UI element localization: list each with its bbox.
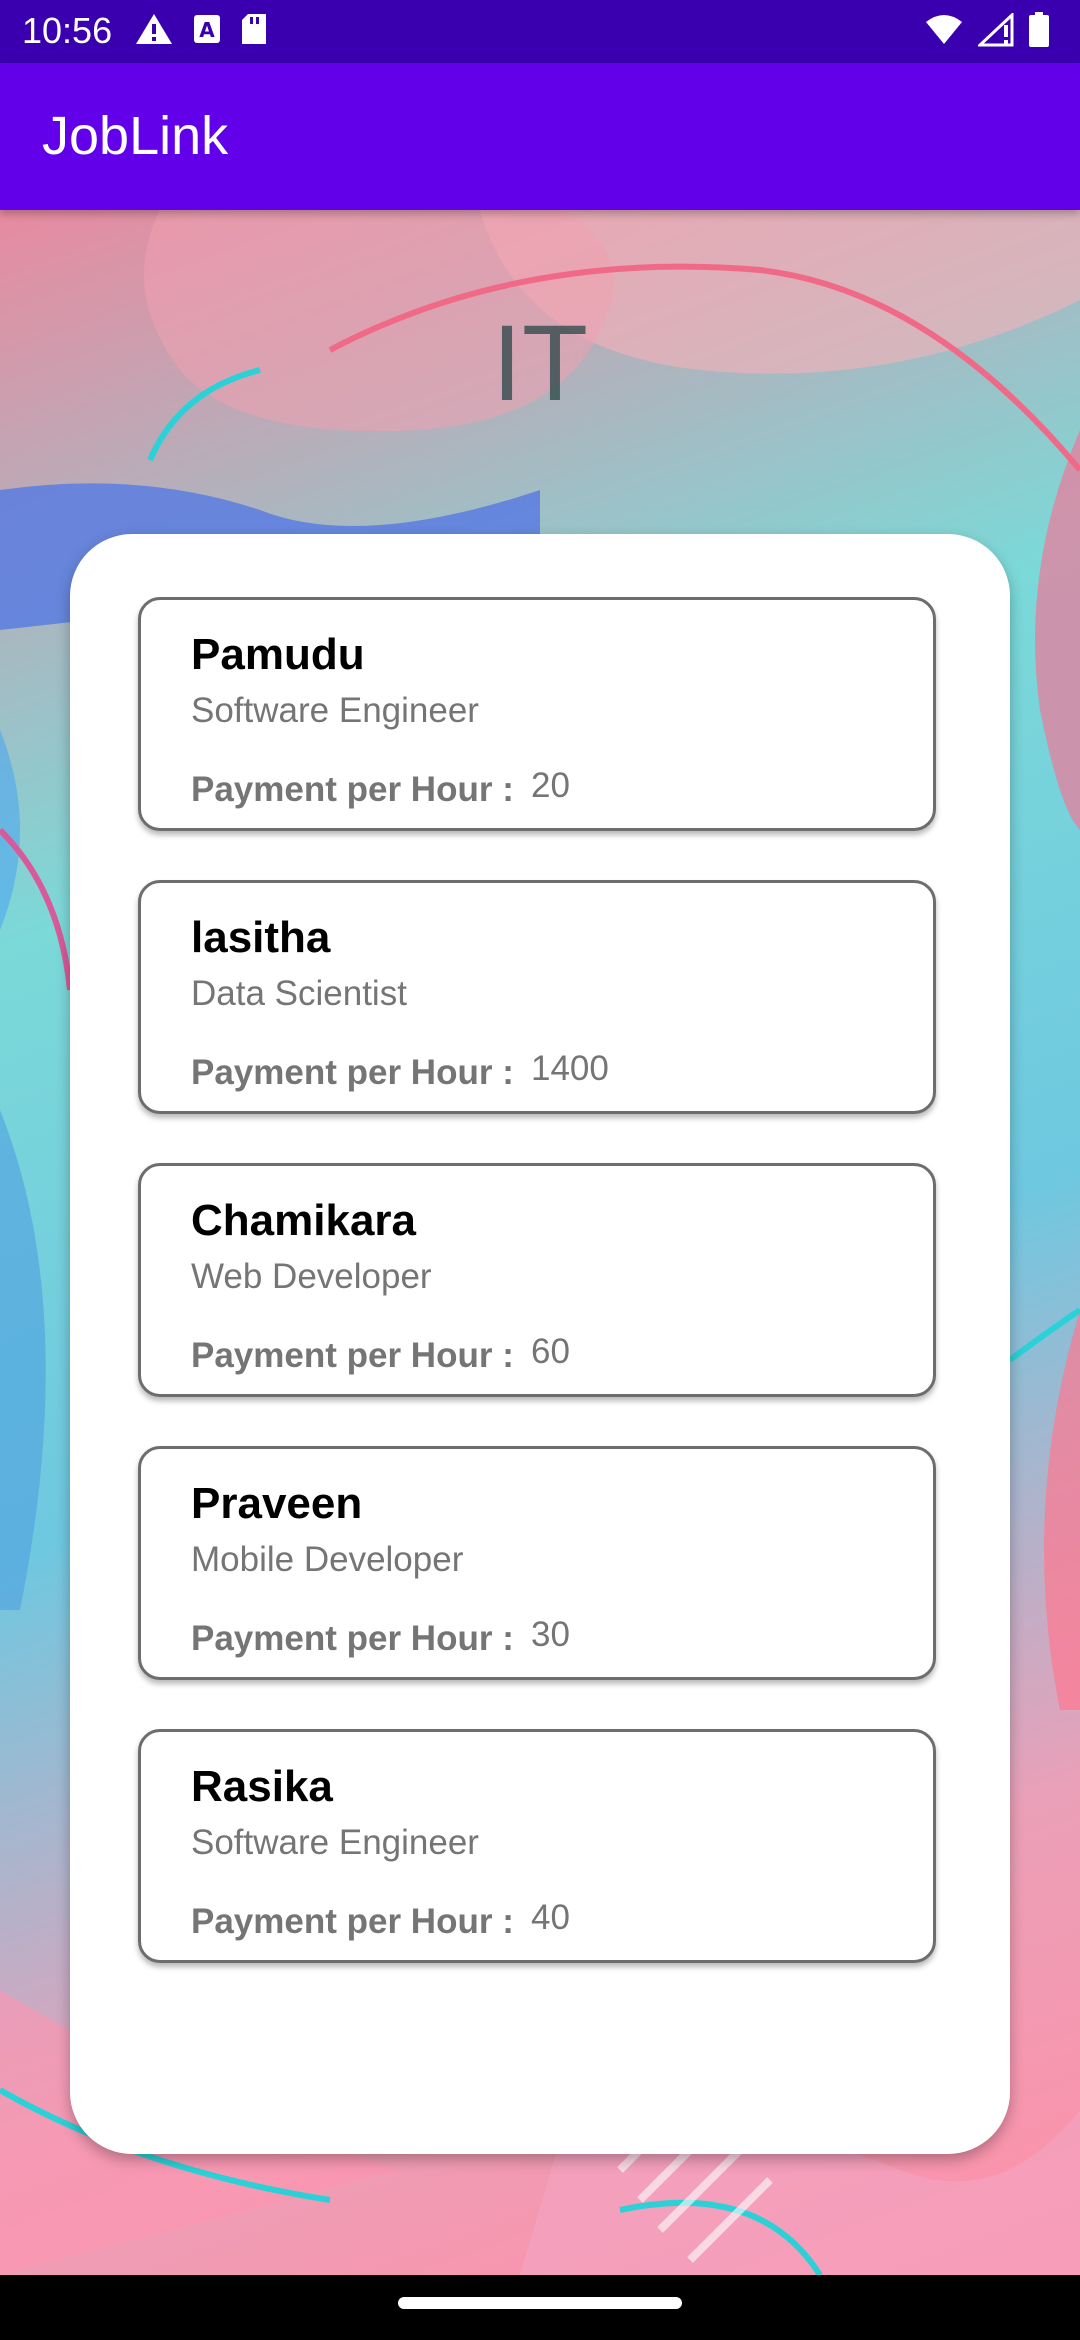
- battery-icon: [1028, 12, 1050, 53]
- card-pay-label: Payment per Hour :: [191, 1053, 514, 1092]
- category-title: IT: [492, 302, 588, 423]
- card-pay-value: 1400: [531, 1049, 609, 1088]
- card-pay-label: Payment per Hour :: [191, 1619, 514, 1658]
- card-pay-value: 20: [531, 766, 570, 805]
- card-role: Data Scientist: [191, 974, 407, 1013]
- card-role: Mobile Developer: [191, 1540, 464, 1579]
- job-card[interactable]: Rasika Software Engineer Payment per Hou…: [138, 1729, 936, 1963]
- home-gesture-handle[interactable]: [398, 2297, 682, 2309]
- job-list-panel: Pamudu Software Engineer Payment per Hou…: [70, 534, 1010, 2154]
- card-name: lasitha: [191, 913, 331, 962]
- card-name: Chamikara: [191, 1196, 417, 1245]
- card-pay-label: Payment per Hour :: [191, 1336, 514, 1375]
- card-name: Pamudu: [191, 630, 365, 679]
- app-bar: JobLink: [0, 63, 1080, 210]
- text-a-icon: A: [192, 13, 222, 50]
- status-bar: 10:56 A: [0, 0, 1080, 63]
- card-pay-value: 40: [531, 1898, 570, 1937]
- job-card[interactable]: lasitha Data Scientist Payment per Hour …: [138, 880, 936, 1114]
- card-name: Rasika: [191, 1762, 333, 1811]
- content-area: IT Pamudu Software Engineer Payment per …: [0, 210, 1080, 2275]
- card-pay-label: Payment per Hour :: [191, 770, 514, 809]
- status-time: 10:56: [22, 10, 113, 51]
- card-role: Software Engineer: [191, 691, 479, 730]
- card-pay-value: 60: [531, 1332, 570, 1371]
- card-role: Web Developer: [191, 1257, 432, 1296]
- card-pay-label: Payment per Hour :: [191, 1902, 514, 1941]
- card-pay-value: 30: [531, 1615, 570, 1654]
- job-card[interactable]: Pamudu Software Engineer Payment per Hou…: [138, 597, 936, 831]
- job-card[interactable]: Praveen Mobile Developer Payment per Hou…: [138, 1446, 936, 1680]
- sd-card-icon: [240, 12, 268, 51]
- navigation-bar: [0, 2275, 1080, 2340]
- app-title: JobLink: [42, 106, 229, 166]
- card-role: Software Engineer: [191, 1823, 479, 1862]
- job-card[interactable]: Chamikara Web Developer Payment per Hour…: [138, 1163, 936, 1397]
- card-name: Praveen: [191, 1479, 363, 1528]
- warning-icon: [134, 12, 174, 51]
- signal-icon: [976, 11, 1014, 52]
- svg-text:A: A: [199, 18, 215, 42]
- wifi-icon: [924, 14, 964, 51]
